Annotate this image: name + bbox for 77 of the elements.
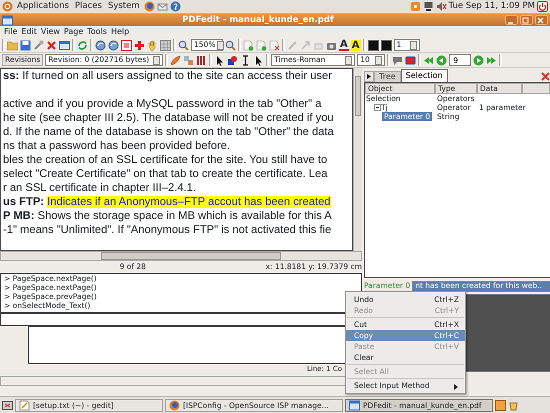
document-text: d. If the name of the database is shown on the tab "Other" the data — [2, 125, 335, 139]
window-title: PDFedit - manual_kunde_en.pdf — [181, 14, 335, 26]
panel-menu[interactable]: System — [106, 0, 142, 13]
document-text: ss: If turned on all users assigned to the site can access their user — [2, 69, 333, 83]
power-icon[interactable] — [537, 1, 548, 12]
menu-item[interactable]: Edit — [19, 26, 39, 38]
close-icon[interactable] — [535, 15, 548, 25]
close-icon[interactable] — [46, 40, 57, 50]
help-icon[interactable] — [170, 1, 181, 12]
grid-icon[interactable] — [160, 40, 171, 50]
workspace-icon[interactable] — [495, 400, 506, 410]
document-text: he site (see chapter III 2.5). The database will not be created if you — [2, 111, 335, 125]
hand-icon[interactable] — [147, 40, 158, 50]
collapse-icon[interactable] — [374, 104, 381, 111]
font-color-button[interactable]: A — [339, 40, 349, 50]
previous-page-icon[interactable] — [436, 54, 448, 66]
panel-menu[interactable]: Places — [72, 0, 104, 13]
font-color-button[interactable]: A — [350, 40, 360, 50]
envelope-icon[interactable] — [156, 1, 168, 12]
wrench-icon[interactable] — [33, 40, 44, 50]
last-page-icon[interactable] — [486, 54, 498, 66]
menu-item[interactable]: View — [38, 26, 62, 38]
menu-item[interactable]: Help — [108, 26, 132, 38]
document-text: P MB: Shows the storage space in MB which is available for this A — [2, 209, 333, 223]
show-desktop-icon[interactable] — [2, 400, 13, 410]
app-icon — [2, 14, 13, 26]
color-swatch-icon[interactable] — [368, 40, 378, 50]
globe-icon — [169, 400, 180, 410]
panel-menu[interactable]: Applications — [15, 0, 71, 13]
document-text: r an SSL certificate in chapter III–2.4.1. — [2, 181, 197, 195]
page-icon[interactable] — [256, 40, 267, 50]
logo-icon[interactable] — [2, 1, 13, 12]
page-icon[interactable] — [243, 40, 254, 50]
comment-icon[interactable] — [392, 54, 404, 66]
bars-icon[interactable] — [196, 54, 208, 66]
magnifier-icon[interactable] — [178, 40, 189, 50]
document-text: bles the creation of an SSL certificate for the site. You still have to — [2, 153, 328, 167]
next-page-icon[interactable] — [473, 54, 484, 66]
document-text: ns that a password has been provided before. — [2, 139, 232, 153]
close-icon[interactable] — [540, 71, 550, 82]
pointer-icon[interactable] — [214, 54, 226, 66]
trash-icon[interactable] — [508, 400, 519, 410]
menu-item[interactable]: Page — [62, 26, 86, 38]
maximize-icon[interactable] — [520, 15, 533, 25]
color-swatch-icon[interactable] — [380, 40, 392, 50]
page-icon[interactable] — [269, 40, 280, 50]
rotate-icon[interactable] — [108, 40, 119, 50]
fit-page-icon[interactable] — [121, 40, 132, 50]
play-icon[interactable] — [364, 71, 374, 82]
document-icon — [19, 400, 30, 410]
refresh-icon[interactable] — [77, 40, 88, 50]
app-icon — [349, 400, 360, 410]
document-text: select "Create Certificate" on that tab to create the certificate. Lea — [2, 167, 328, 181]
network-icon[interactable] — [422, 1, 434, 12]
clock-text: Tue Sep 11, 1:09 PM — [448, 0, 535, 13]
brush-icon[interactable] — [170, 54, 182, 66]
menu-item[interactable]: Tools — [85, 26, 109, 38]
menu-item[interactable]: File — [2, 26, 20, 38]
minimize-icon[interactable] — [505, 15, 518, 25]
folder-icon[interactable] — [7, 40, 18, 50]
globe-icon[interactable] — [144, 1, 155, 12]
volume-icon[interactable] — [436, 1, 447, 12]
select-shape-icon[interactable] — [227, 54, 238, 66]
window-icon[interactable] — [59, 40, 70, 50]
first-page-icon[interactable] — [423, 54, 434, 66]
pointer-icon[interactable] — [253, 54, 264, 66]
document-text: us FTP: Indicates if an Anonymous–FTP accout has been created — [2, 195, 332, 209]
magnifier-icon[interactable] — [225, 40, 236, 50]
panel-tab[interactable]: Selection — [400, 69, 448, 82]
panel-tab[interactable]: Tree — [374, 71, 401, 82]
plus-icon[interactable] — [134, 40, 145, 50]
submenu-arrow-icon — [453, 383, 459, 391]
vertical-scrollbar[interactable] — [353, 68, 362, 251]
document-text: active and if you provide a MySQL password in the tab "Other" a — [2, 97, 322, 111]
rotate-icon[interactable] — [95, 40, 106, 50]
horizontal-scrollbar[interactable] — [0, 251, 362, 261]
document-text: -1" means "Unlimited". If "Anonymous FTP" is not activated this fie — [2, 223, 332, 237]
